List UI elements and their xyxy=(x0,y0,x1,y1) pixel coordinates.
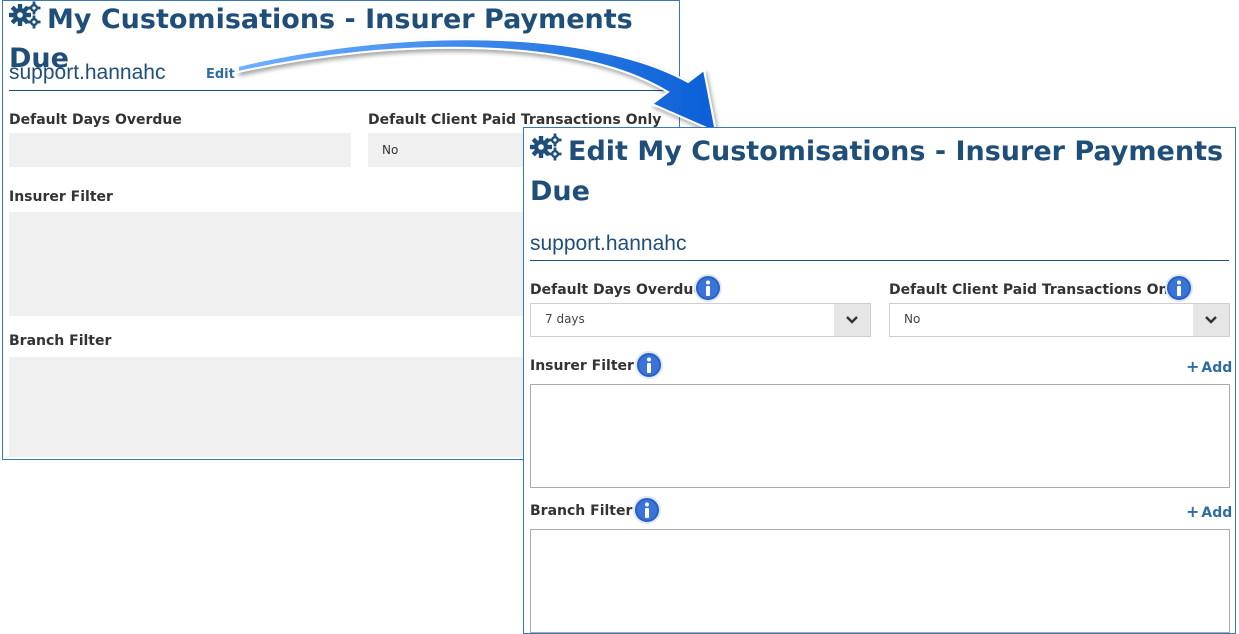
edit-client-paid-label: Default Client Paid Transactions Only xyxy=(889,282,1183,298)
info-icon[interactable] xyxy=(635,351,663,379)
insurer-add-link[interactable]: + Add xyxy=(1186,357,1232,376)
edit-branch-filter-label: Branch Filter xyxy=(530,503,633,519)
edit-days-overdue-label: Default Days Overdue xyxy=(530,282,703,298)
edit-customisations-panel: Edit My Customisations - Insurer Payment… xyxy=(523,127,1236,634)
edit-insurer-filter-label: Insurer Filter xyxy=(530,358,634,374)
view-title-divider xyxy=(9,90,677,91)
info-icon[interactable] xyxy=(1165,274,1193,302)
client-paid-select[interactable]: No xyxy=(889,303,1230,337)
chevron-down-icon xyxy=(834,304,870,336)
edit-link[interactable]: Edit xyxy=(206,67,235,82)
edit-page-title-line2: Due xyxy=(530,176,590,207)
info-icon[interactable] xyxy=(633,496,661,524)
gears-icon xyxy=(9,1,41,40)
view-branch-filter-label: Branch Filter xyxy=(9,333,112,349)
plus-icon: + xyxy=(1186,357,1200,376)
branch-add-link[interactable]: + Add xyxy=(1186,502,1232,521)
edit-username: support.hannahc xyxy=(530,232,687,255)
view-username: support.hannahc xyxy=(9,61,166,84)
days-overdue-select[interactable]: 7 days xyxy=(530,303,871,337)
view-days-overdue-label: Default Days Overdue xyxy=(9,112,182,128)
view-days-overdue-value xyxy=(9,133,351,167)
edit-title-divider xyxy=(530,260,1229,261)
edit-page-title: Edit My Customisations - Insurer Payment… xyxy=(530,133,1223,172)
chevron-down-icon xyxy=(1193,304,1229,336)
branch-filter-box[interactable] xyxy=(530,529,1230,633)
view-client-paid-label: Default Client Paid Transactions Only xyxy=(368,112,662,128)
info-icon[interactable] xyxy=(694,274,722,302)
gears-icon xyxy=(530,133,562,172)
insurer-filter-box[interactable] xyxy=(530,384,1230,488)
plus-icon: + xyxy=(1186,502,1200,521)
view-insurer-filter-label: Insurer Filter xyxy=(9,189,113,205)
